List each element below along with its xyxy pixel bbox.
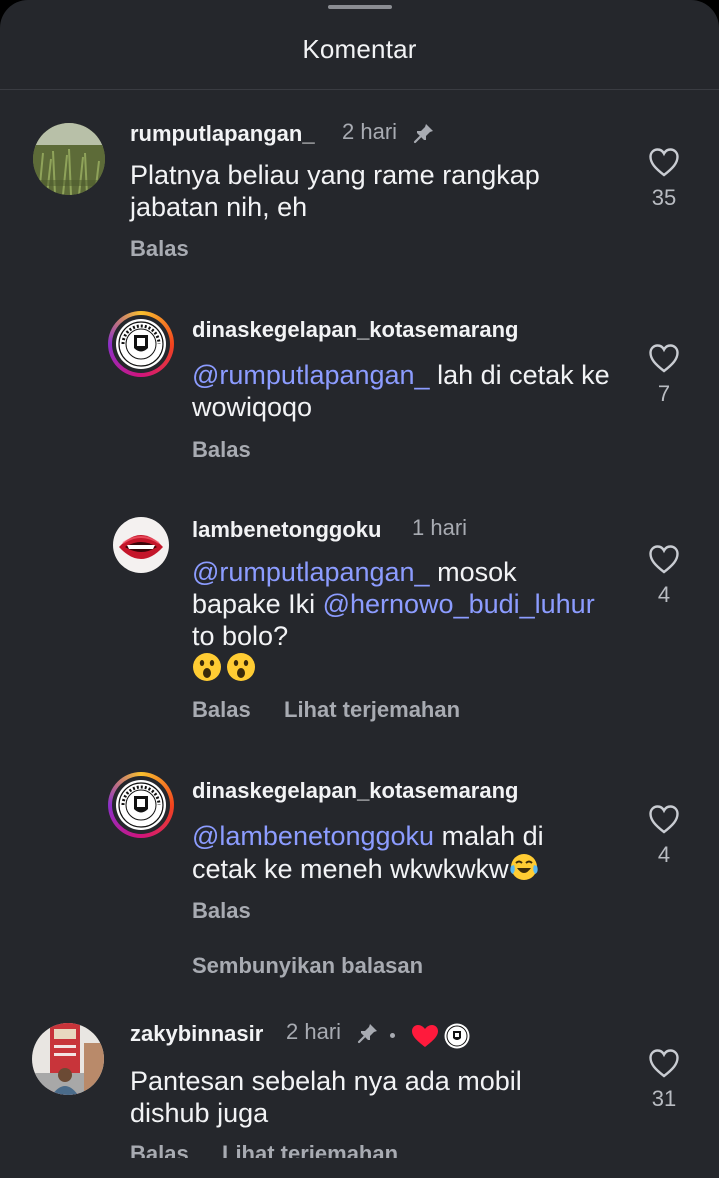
like-button[interactable]: 4 xyxy=(634,544,694,608)
tears-of-joy-emoji xyxy=(509,854,538,880)
comments-sheet: Komentar rumputlapangan_ 2 hari Platnya … xyxy=(0,0,719,1178)
comment-time: 2 hari xyxy=(342,119,398,144)
like-count: 31 xyxy=(651,1086,677,1111)
comment-username[interactable]: rumputlapangan_ xyxy=(130,121,315,147)
like-button[interactable]: 31 xyxy=(634,1048,694,1112)
header-divider xyxy=(0,89,719,90)
reply-button[interactable]: Balas xyxy=(192,898,251,924)
comment-text: Pantesan sebelah nya ada mobil dishub ju… xyxy=(130,1066,522,1128)
heart-outline-icon xyxy=(649,1049,679,1078)
mention-link[interactable]: @lambenetonggoku xyxy=(192,821,434,851)
sheet-drag-handle[interactable] xyxy=(328,5,392,9)
comment-text: @rumputlapangan_ lah di cetak ke wowiqoq… xyxy=(192,359,622,423)
mention-link[interactable]: @hernowo_budi_luhur xyxy=(323,589,595,619)
like-button[interactable]: 4 xyxy=(634,804,694,868)
sheet-title: Komentar xyxy=(302,34,417,64)
comment-text: @lambenetonggoku malah di cetak ke meneh… xyxy=(192,820,612,885)
avatar[interactable] xyxy=(108,772,174,838)
comment-text: @rumputlapangan_ mosok bapake Iki @herno… xyxy=(192,556,612,685)
comment-text: Platnya beliau yang rame rangkap jabatan… xyxy=(130,160,540,222)
heart-outline-icon xyxy=(649,148,679,177)
mention-link[interactable]: @rumputlapangan_ xyxy=(192,360,430,390)
avatar[interactable] xyxy=(113,517,169,573)
heart-outline-icon xyxy=(649,805,679,834)
like-button[interactable]: 35 xyxy=(634,147,694,211)
astonished-face-emoji xyxy=(227,653,255,681)
like-count: 7 xyxy=(657,381,671,406)
comment-text-body: to bolo? xyxy=(192,621,289,651)
reply-button[interactable]: Balas xyxy=(130,236,189,262)
bottom-fade xyxy=(0,1158,719,1178)
reply-button[interactable]: Balas xyxy=(192,697,251,723)
pin-icon xyxy=(413,124,433,144)
reply-button[interactable]: Balas xyxy=(192,437,251,463)
like-count: 4 xyxy=(657,582,671,607)
comment-username[interactable]: dinaskegelapan_kotasemarang xyxy=(192,778,518,804)
avatar[interactable] xyxy=(108,311,174,377)
comment-username[interactable]: zakybinnasir xyxy=(130,1021,263,1047)
translate-button[interactable]: Lihat terjemahan xyxy=(284,697,460,723)
avatar[interactable] xyxy=(33,123,105,195)
separator-dot xyxy=(390,1033,395,1038)
hide-replies-button[interactable]: Sembunyikan balasan xyxy=(192,953,423,979)
pin-icon xyxy=(357,1024,377,1044)
heart-outline-icon xyxy=(649,344,679,373)
comment-time: 1 hari xyxy=(412,515,468,540)
heart-filled-icon xyxy=(412,1025,438,1047)
astonished-face-emoji xyxy=(193,653,221,681)
like-button[interactable]: 7 xyxy=(634,343,694,407)
like-count: 4 xyxy=(657,842,671,867)
heart-outline-icon xyxy=(649,545,679,574)
avatar[interactable] xyxy=(32,1023,104,1095)
like-count: 35 xyxy=(651,185,677,210)
mention-link[interactable]: @rumputlapangan_ xyxy=(192,557,430,587)
comment-username[interactable]: lambenetonggoku xyxy=(192,517,381,543)
creator-avatar-icon xyxy=(444,1023,470,1049)
comment-username[interactable]: dinaskegelapan_kotasemarang xyxy=(192,317,518,343)
comment-time: 2 hari xyxy=(286,1019,342,1044)
